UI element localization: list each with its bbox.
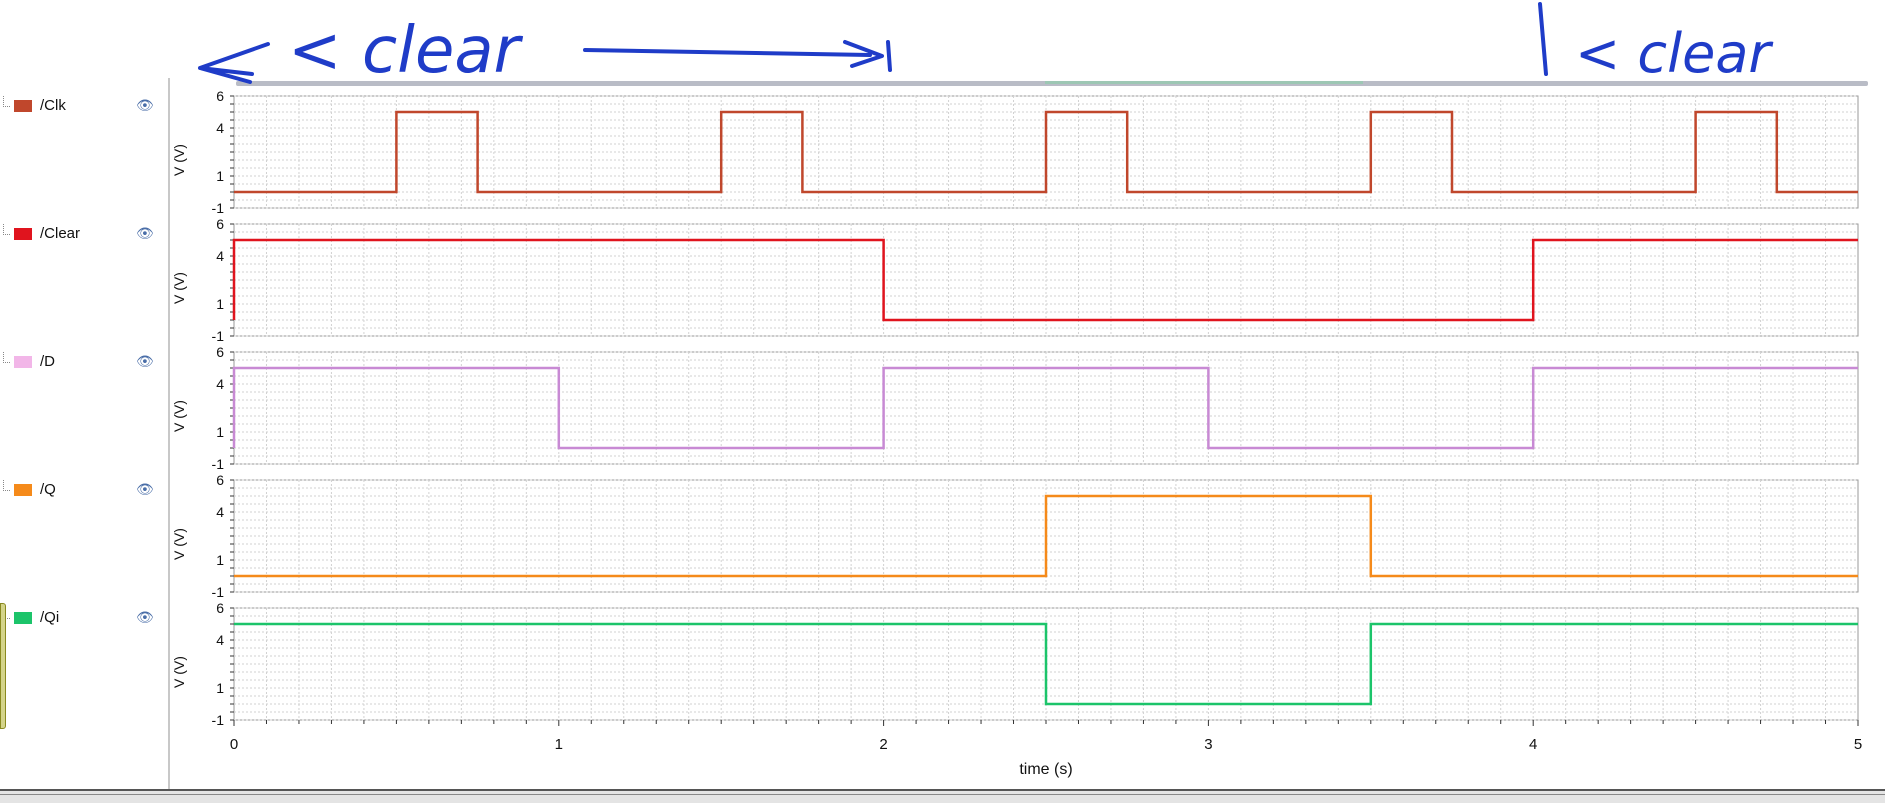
x-tick-label: 5 xyxy=(1854,736,1862,753)
y-tick-label: 4 xyxy=(216,632,224,648)
eye-icon[interactable]: 👁 xyxy=(136,481,154,498)
signal-list-panel: /Clk 👁 /Clear 👁 /D 👁 /Q 👁 /Qi 👁 xyxy=(0,78,168,790)
eye-icon[interactable]: 👁 xyxy=(136,225,154,242)
clk-color-swatch xyxy=(14,100,32,112)
y-tick-label: 6 xyxy=(216,472,224,488)
y-tick-label: 1 xyxy=(216,168,224,184)
x-tick-label: 0 xyxy=(230,736,238,753)
signal-row-q[interactable]: /Q 👁 xyxy=(0,480,168,504)
y-axis-label: V (V) xyxy=(171,272,187,304)
y-tick-label: 4 xyxy=(216,376,224,392)
signal-label: /Clk xyxy=(40,97,66,114)
signal-label: /Qi xyxy=(40,609,60,626)
y-axis-label: V (V) xyxy=(171,528,187,560)
y-tick-label: 6 xyxy=(216,88,224,104)
y-tick-label: 4 xyxy=(216,504,224,520)
signal-label: /Clear xyxy=(40,225,81,242)
y-axis-label: V (V) xyxy=(171,656,187,688)
signal-row-qi[interactable]: /Qi 👁 xyxy=(0,608,168,632)
y-axis-label: V (V) xyxy=(171,400,187,432)
y-tick-label: -1 xyxy=(212,328,225,344)
eye-icon[interactable]: 👁 xyxy=(136,609,154,626)
y-tick-label: 6 xyxy=(216,600,224,616)
x-axis-label: time (s) xyxy=(1019,761,1072,778)
y-tick-label: 6 xyxy=(216,216,224,232)
x-tick-label: 2 xyxy=(879,736,887,753)
waveform-plot: -1 1 4 6 V (V) -1 1 4 6 V (V) -1 1 4 6 V (V) -1 1 4 6 V (V)… xyxy=(171,88,1862,778)
signal-row-clear[interactable]: /Clear 👁 xyxy=(0,224,168,248)
y-tick-label: 1 xyxy=(216,552,224,568)
x-tick-label: 3 xyxy=(1204,736,1212,753)
y-tick-label: 1 xyxy=(216,296,224,312)
y-tick-label: 6 xyxy=(216,344,224,360)
y-tick-label: 4 xyxy=(216,120,224,136)
eye-icon[interactable]: 👁 xyxy=(136,353,154,370)
signal-row-d[interactable]: /D 👁 xyxy=(0,352,168,376)
d-color-swatch xyxy=(14,356,32,368)
x-tick-label: 1 xyxy=(555,736,563,753)
y-tick-label: -1 xyxy=(212,456,225,472)
signal-row-clk[interactable]: /Clk 👁 xyxy=(0,96,168,120)
clear-color-swatch xyxy=(14,228,32,240)
x-tick-label: 4 xyxy=(1529,736,1537,753)
y-tick-label: 1 xyxy=(216,424,224,440)
signal-label: /Q xyxy=(40,481,56,498)
y-tick-label: -1 xyxy=(212,712,225,728)
signal-label: /D xyxy=(40,353,55,370)
qi-color-swatch xyxy=(14,612,32,624)
q-color-swatch xyxy=(14,484,32,496)
y-tick-label: -1 xyxy=(212,584,225,600)
scrollbar-thumb[interactable] xyxy=(1045,81,1363,84)
y-tick-label: 1 xyxy=(216,680,224,696)
y-tick-label: -1 xyxy=(212,200,225,216)
y-tick-label: 4 xyxy=(216,248,224,264)
selection-marker xyxy=(0,603,6,729)
y-axis-label: V (V) xyxy=(171,144,187,176)
eye-icon[interactable]: 👁 xyxy=(136,97,154,114)
panel-divider[interactable] xyxy=(168,78,170,790)
